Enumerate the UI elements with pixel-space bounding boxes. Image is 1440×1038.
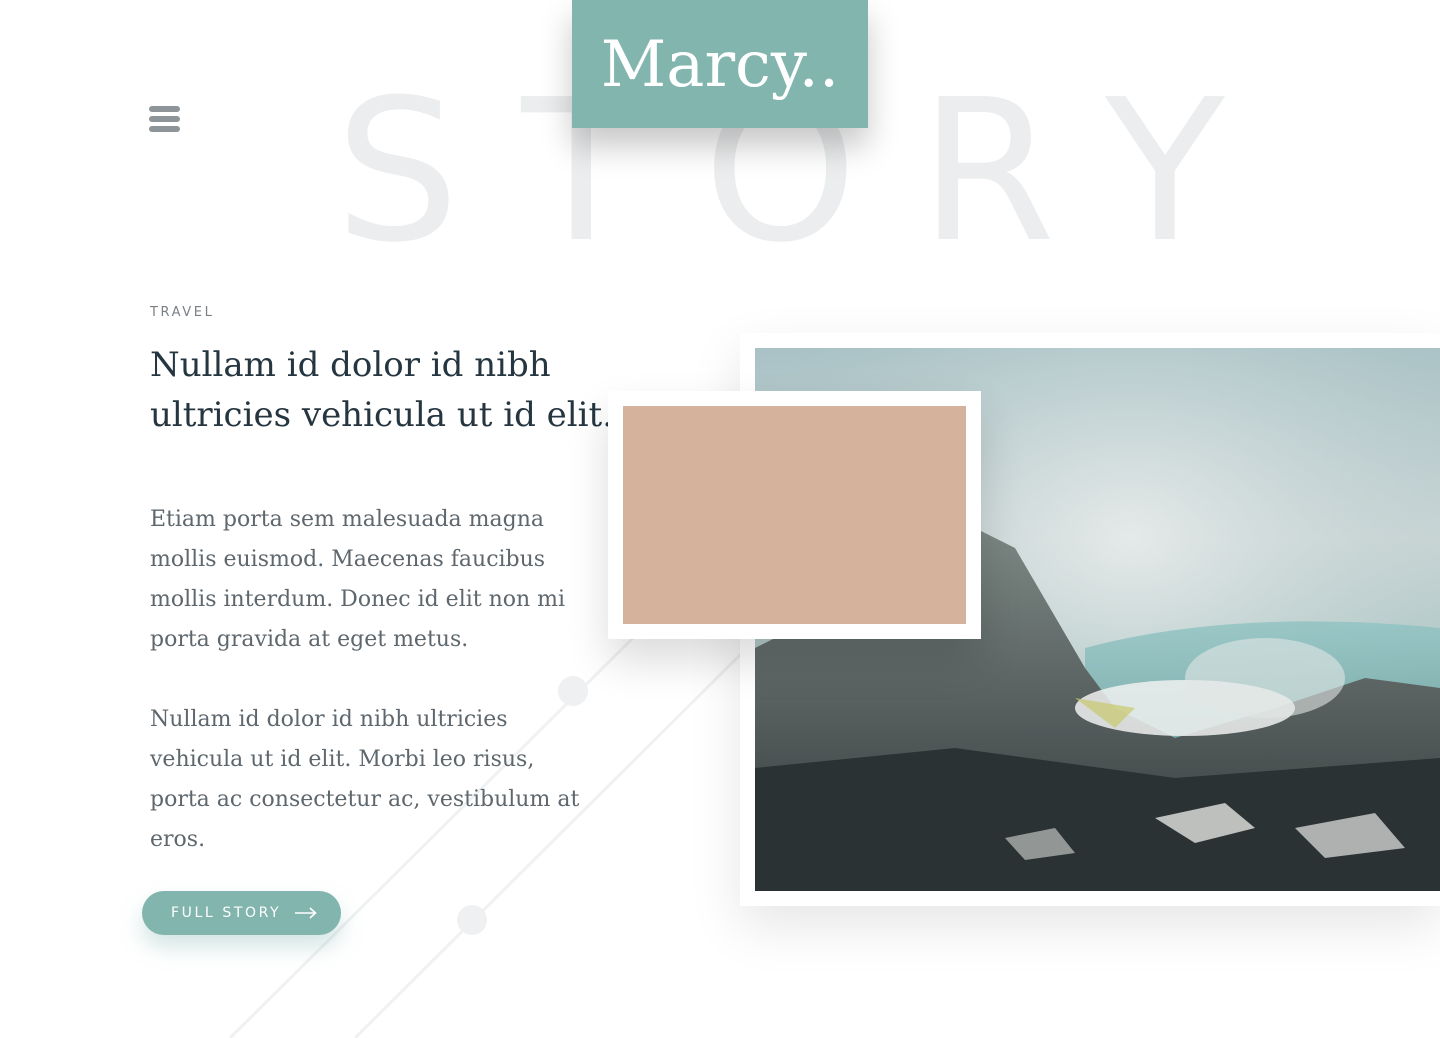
full-story-label: FULL STORY [171, 905, 282, 921]
decorative-dot [457, 905, 487, 935]
article-paragraph: Etiam porta sem malesuada magna mollis e… [150, 507, 566, 652]
hamburger-menu-icon[interactable] [149, 106, 181, 132]
logo[interactable]: Marcy.. [572, 0, 868, 128]
thumbnail-frame [608, 391, 981, 639]
article-headline: Nullam id dolor id nibh ultricies vehicu… [150, 345, 614, 435]
logo-text: Marcy.. [600, 28, 840, 102]
article-paragraph: Nullam id dolor id nibh ultricies vehicu… [150, 707, 580, 852]
arrow-right-icon [295, 907, 317, 919]
full-story-button[interactable]: FULL STORY [142, 891, 341, 935]
article-category: TRAVEL [150, 305, 215, 320]
thumbnail-image[interactable] [623, 406, 966, 624]
